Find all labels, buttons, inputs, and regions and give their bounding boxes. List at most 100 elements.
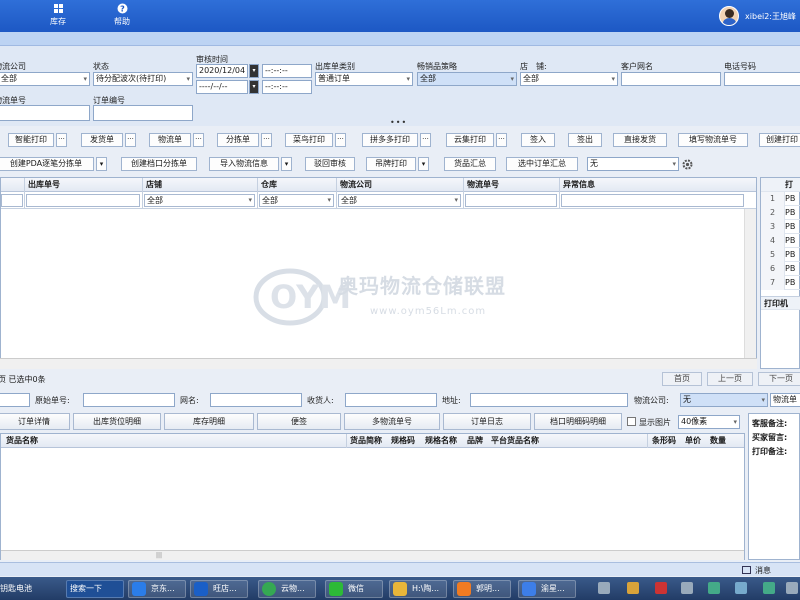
list-item[interactable]: 4 PB [761, 234, 800, 248]
taskbar-guoming[interactable]: 郭明... [453, 580, 511, 598]
customer-input[interactable] [621, 72, 721, 86]
col-goods-short[interactable]: 货品简称 [350, 435, 382, 446]
tab-multi-logistics[interactable]: 多物流单号 [344, 413, 440, 430]
tab-order-detail[interactable]: 订单详情 [0, 413, 70, 430]
audit-time-to-input[interactable]: --:--:-- [262, 80, 312, 94]
bestseller-select[interactable]: 全部 [417, 72, 517, 86]
tray-icon[interactable] [735, 582, 747, 594]
sign-out-button[interactable]: 签出 [568, 133, 602, 147]
filter-shop[interactable]: 全部 [144, 194, 255, 207]
grid-vertical-scrollbar[interactable] [744, 209, 756, 369]
hang-print-button[interactable]: 吊牌打印 [366, 157, 416, 171]
logistics-note-more-button[interactable]: ··· [193, 133, 204, 147]
tray-icon[interactable] [708, 582, 720, 594]
col-unit-price[interactable]: 单价 [685, 435, 701, 446]
col-quantity[interactable]: 数量 [710, 435, 726, 446]
tray-icon[interactable] [627, 582, 639, 594]
delivery-note-button[interactable]: 发货单 [81, 133, 123, 147]
message-icon[interactable] [742, 566, 751, 574]
tray-icon[interactable] [681, 582, 693, 594]
logistics-note-button[interactable]: 物流单 [149, 133, 191, 147]
list-item[interactable]: 1 PB [761, 192, 800, 206]
taskbar-yuxing[interactable]: 渝星... [518, 580, 576, 598]
show-image-checkbox[interactable] [627, 417, 636, 426]
selected-summary-button[interactable]: 选中订单汇总 [506, 157, 578, 171]
phone-input[interactable] [724, 72, 800, 86]
logistics-company-select[interactable]: 全部 [0, 72, 90, 86]
filter-exception[interactable] [561, 194, 744, 207]
cainiao-print-more-button[interactable]: ··· [335, 133, 346, 147]
status-select[interactable]: 待分配波次(待打印) [93, 72, 193, 86]
detail-logistics-no-input[interactable]: 物流单 [770, 393, 800, 407]
address-input[interactable] [470, 393, 628, 407]
tab-note[interactable]: 便签 [257, 413, 341, 430]
col-brand[interactable]: 品牌 [467, 435, 483, 446]
import-logistics-dropdown[interactable]: ▾ [281, 157, 292, 171]
yunji-print-more-button[interactable]: ··· [496, 133, 507, 147]
first-page-button[interactable]: 首页 [662, 372, 702, 386]
yunji-print-button[interactable]: 云集打印 [446, 133, 494, 147]
col-spec-code[interactable]: 规格码 [391, 435, 415, 446]
gear-icon[interactable] [682, 159, 693, 170]
fill-logistics-no-button[interactable]: 填写物流单号 [678, 133, 748, 147]
detail-prefix-input[interactable] [0, 393, 30, 407]
detail-logistics-select[interactable]: 无 [680, 393, 768, 407]
taskbar-wechat[interactable]: 微信 [325, 580, 383, 598]
col-platform-goods[interactable]: 平台货品名称 [491, 435, 539, 446]
goods-grid-scrollbar[interactable]: ||| [1, 550, 744, 560]
audit-time-from-input[interactable]: --:--:-- [262, 64, 312, 78]
audit-date-to-input[interactable]: ----/--/-- [196, 80, 248, 94]
filter-logistics-no[interactable] [465, 194, 557, 207]
col-spec-name[interactable]: 规格名称 [425, 435, 457, 446]
receiver-input[interactable] [345, 393, 437, 407]
pick-list-button[interactable]: 分拣单 [217, 133, 259, 147]
list-item[interactable]: 6 PB [761, 262, 800, 276]
reject-audit-button[interactable]: 驳回审核 [305, 157, 355, 171]
filter-logistics[interactable]: 全部 [338, 194, 461, 207]
col-exception[interactable]: 异常信息 [563, 179, 595, 190]
prev-page-button[interactable]: 上一页 [707, 372, 753, 386]
order-no-input[interactable] [93, 105, 193, 121]
nickname-input[interactable] [210, 393, 302, 407]
smart-print-more-button[interactable]: ··· [56, 133, 67, 147]
header-help-button[interactable]: ? 帮助 [102, 3, 142, 27]
audit-date-from-input[interactable]: 2020/12/04 [196, 64, 248, 78]
tab-stall-detail[interactable]: 档口明细码明细 [534, 413, 622, 430]
pick-list-more-button[interactable]: ··· [261, 133, 272, 147]
col-barcode[interactable]: 条形码 [652, 435, 676, 446]
list-item[interactable]: 2 PB [761, 206, 800, 220]
summary-mode-select[interactable]: 无 [587, 157, 679, 171]
tab-outbound-position[interactable]: 出库货位明细 [73, 413, 161, 430]
filter-warehouse[interactable]: 全部 [259, 194, 334, 207]
next-page-button[interactable]: 下一页 [758, 372, 800, 386]
hang-print-dropdown[interactable]: ▾ [418, 157, 429, 171]
col-logistics[interactable]: 物流公司 [340, 179, 372, 190]
col-outbound-no[interactable]: 出库单号 [28, 179, 60, 190]
tray-icon[interactable] [786, 582, 798, 594]
user-info[interactable]: xibei2:王旭峰 [719, 5, 796, 27]
taskbar-wangdian[interactable]: 旺店... [190, 580, 248, 598]
shop-select[interactable]: 全部 [520, 72, 618, 86]
create-stall-pick-button[interactable]: 创建档口分拣单 [121, 157, 197, 171]
tray-icon[interactable] [763, 582, 775, 594]
goods-summary-button[interactable]: 货品汇总 [444, 157, 496, 171]
header-outbound-button[interactable]: 出 [0, 3, 14, 27]
list-item[interactable]: 5 PB [761, 248, 800, 262]
cainiao-print-button[interactable]: 菜鸟打印 [285, 133, 333, 147]
col-logistics-no[interactable]: 物流单号 [467, 179, 499, 190]
image-size-select[interactable]: 40像素 [678, 415, 740, 429]
import-logistics-button[interactable]: 导入物流信息 [209, 157, 279, 171]
audit-date-from-picker[interactable]: ▾ [249, 64, 259, 78]
filter-outbound-no[interactable] [26, 194, 140, 207]
delivery-note-more-button[interactable]: ··· [125, 133, 136, 147]
create-pda-pick-dropdown[interactable]: ▾ [96, 157, 107, 171]
message-label[interactable]: 消息 [755, 565, 771, 576]
create-pda-pick-button[interactable]: 创建PDA逐笔分拣单 [0, 157, 94, 171]
list-item[interactable]: 7 PB [761, 276, 800, 290]
logistics-no-input[interactable] [0, 105, 90, 121]
list-item[interactable]: 3 PB [761, 220, 800, 234]
audit-date-to-picker[interactable]: ▾ [249, 80, 259, 94]
tray-icon[interactable] [598, 582, 610, 594]
tab-order-log[interactable]: 订单日志 [443, 413, 531, 430]
original-no-input[interactable] [83, 393, 175, 407]
